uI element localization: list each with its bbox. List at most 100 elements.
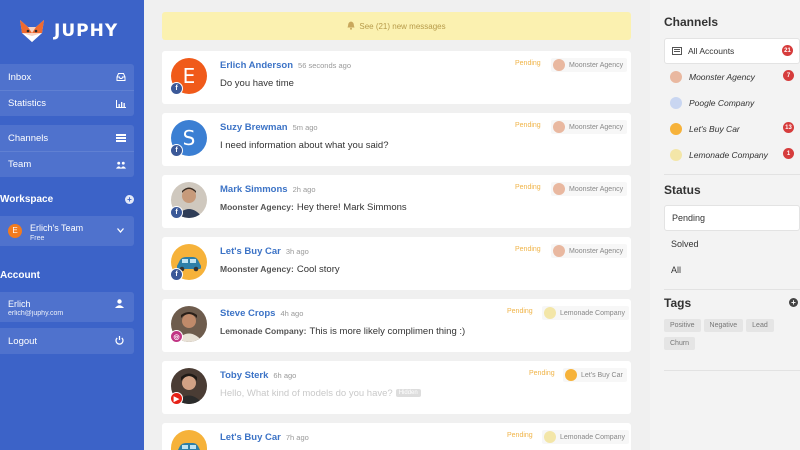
workspace-header: Workspace +: [0, 194, 134, 205]
unread-count-badge: 1: [783, 148, 794, 159]
sender-name[interactable]: Mark Simmons 2h ago: [220, 184, 316, 195]
message-time: 4h ago: [280, 309, 304, 318]
nav-item-inbox[interactable]: Inbox: [0, 64, 134, 90]
new-messages-banner[interactable]: See (21) new messages: [162, 12, 631, 40]
message-time: 3h ago: [285, 247, 309, 256]
filter-panel: Channels All Accounts 21 Moonster Agency…: [650, 0, 800, 450]
lemonade-company-icon: [544, 307, 556, 319]
banner-text: See (21) new messages: [359, 21, 446, 31]
unread-count-badge: 7: [783, 70, 794, 81]
account-name: Erlich: [8, 299, 31, 309]
account-item[interactable]: Erlich erlich@juphy.com: [0, 292, 134, 322]
users-icon: [116, 160, 126, 169]
channel-tag[interactable]: Moonster Agency: [551, 120, 628, 134]
channel-tag[interactable]: Moonster Agency: [551, 182, 628, 196]
status-badge: Pending: [515, 246, 541, 253]
logout-button[interactable]: Logout: [0, 328, 134, 354]
nav-item-statistics[interactable]: Statistics: [0, 90, 134, 116]
status-badge: Pending: [515, 122, 541, 129]
add-tag-button[interactable]: +: [789, 298, 798, 307]
channel-tag[interactable]: Moonster Agency: [551, 244, 628, 258]
team-plan: Free: [30, 235, 45, 242]
channel-filter-all-accounts[interactable]: All Accounts 21: [664, 38, 800, 64]
status-filter-all[interactable]: All: [664, 257, 800, 283]
message-card[interactable]: E f Erlich Anderson 56 seconds ago Do you…: [162, 51, 631, 104]
divider: [664, 370, 800, 371]
status-badge: Pending: [515, 60, 541, 67]
sender-name[interactable]: Steve Crops 4h ago: [220, 308, 303, 319]
poogle-company-icon: [670, 97, 682, 109]
status-filter-pending[interactable]: Pending: [664, 205, 800, 231]
channel-tag[interactable]: Moonster Agency: [551, 58, 628, 72]
logo[interactable]: JUPHY: [18, 17, 118, 45]
status-title: Status: [664, 183, 701, 197]
team-avatar: E: [8, 224, 22, 238]
moonster-agency-icon: [553, 121, 565, 133]
channel-tag[interactable]: Lemonade Company: [542, 306, 629, 320]
nav-item-team[interactable]: Team: [0, 151, 134, 177]
nav-item-channels[interactable]: Channels: [0, 125, 134, 151]
status-filter-list: Pending Solved All: [664, 205, 800, 283]
bar-chart-icon: [116, 99, 126, 108]
tag-churn[interactable]: Churn: [664, 337, 696, 350]
channel-label: Poogle Company: [689, 98, 755, 108]
chevron-down-icon[interactable]: [117, 225, 124, 235]
lemonade-company-icon: [670, 149, 682, 161]
channel-tag[interactable]: Lemonade Company: [542, 430, 629, 444]
account-email: erlich@juphy.com: [8, 310, 64, 317]
channel-filter-lets-buy-car[interactable]: Let's Buy Car 13: [664, 116, 800, 142]
channel-tag[interactable]: Let's Buy Car: [563, 368, 627, 382]
message-text: Moonster Agency: Cool story: [220, 264, 340, 275]
tag-negative[interactable]: Negative: [703, 319, 744, 332]
power-icon: [115, 336, 124, 347]
facebook-icon: f: [170, 206, 183, 219]
nav-label: Team: [8, 159, 32, 170]
message-text: Hello, What kind of models do you have? H…: [220, 388, 421, 399]
moonster-agency-icon: [553, 245, 565, 257]
divider: [664, 174, 800, 175]
facebook-icon: f: [170, 144, 183, 157]
channel-filter-poogle-company[interactable]: Poogle Company: [664, 90, 800, 116]
status-badge: Pending: [529, 370, 555, 377]
unread-count-badge: 21: [782, 45, 793, 56]
channel-filter-lemonade-company[interactable]: Lemonade Company 1: [664, 142, 800, 168]
tag-lead[interactable]: Lead: [746, 319, 774, 332]
message-time: 6h ago: [273, 371, 297, 380]
sender-name[interactable]: Erlich Anderson 56 seconds ago: [220, 60, 351, 71]
status-badge: Pending: [507, 432, 533, 439]
channels-title: Channels: [664, 15, 719, 29]
logout-label: Logout: [8, 336, 38, 347]
channel-label: Moonster Agency: [689, 72, 755, 82]
account-header: Account: [0, 270, 134, 281]
inbox-icon: [116, 73, 126, 82]
message-text: Moonster Agency: Hey there! Mark Simmons: [220, 202, 407, 213]
facebook-icon: f: [170, 268, 183, 281]
message-time: 5m ago: [292, 123, 318, 132]
tag-list: Positive Negative Lead Churn: [664, 319, 800, 355]
list-icon: [672, 47, 682, 55]
message-text: Lemonade Company: This is more likely com…: [220, 326, 466, 337]
sender-name[interactable]: Suzy Brewman 5m ago: [220, 122, 318, 133]
status-badge: Pending: [515, 184, 541, 191]
sender-name[interactable]: Let's Buy Car 7h ago: [220, 432, 309, 443]
lets-buy-car-icon: [670, 123, 682, 135]
message-card[interactable]: Let's Buy Car 7h ago Pending Lemonade Com…: [162, 423, 631, 450]
bell-icon: [347, 21, 355, 32]
status-filter-solved[interactable]: Solved: [664, 231, 800, 257]
tag-positive[interactable]: Positive: [664, 319, 701, 332]
sender-name[interactable]: Toby Sterk 6h ago: [220, 370, 296, 381]
message-card[interactable]: f Mark Simmons 2h ago Moonster Agency: Hey…: [162, 175, 631, 228]
message-card[interactable]: ◎ Steve Crops 4h ago Lemonade Company: Thi…: [162, 299, 631, 352]
add-workspace-icon[interactable]: +: [125, 195, 134, 204]
message-time: 56 seconds ago: [298, 61, 351, 70]
sidebar: JUPHY Inbox Statistics Channels Team Wor…: [0, 0, 144, 450]
message-card[interactable]: S f Suzy Brewman 5m ago I need informatio…: [162, 113, 631, 166]
reply-prefix: Lemonade Company:: [220, 326, 307, 336]
message-card[interactable]: f Let's Buy Car 3h ago Moonster Agency: Co…: [162, 237, 631, 290]
sender-name[interactable]: Let's Buy Car 3h ago: [220, 246, 309, 257]
workspace-team-item[interactable]: E Erlich's Team Free: [0, 216, 134, 246]
lemonade-company-icon: [544, 431, 556, 443]
channel-filter-moonster-agency[interactable]: Moonster Agency 7: [664, 64, 800, 90]
status-badge: Pending: [507, 308, 533, 315]
message-card[interactable]: ▶ Toby Sterk 6h ago Hello, What kind of m…: [162, 361, 631, 414]
